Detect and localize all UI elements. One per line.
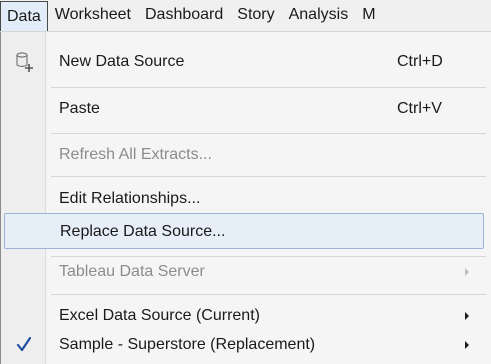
menu-item-paste[interactable]: Paste Ctrl+V [1,91,490,127]
menu-item-replace-data-source[interactable]: Replace Data Source... [4,213,484,249]
menu-item-shortcut: Ctrl+V [397,100,442,117]
menu-item-edit-relationships[interactable]: Edit Relationships... [1,181,490,217]
new-data-source-icon [16,52,33,72]
menu-item-label: Paste [59,100,100,117]
menu-item-label: Replace Data Source... [60,223,226,240]
menu-item-label: Refresh All Extracts... [59,146,212,163]
submenu-arrow-icon [465,341,469,349]
menu-item-new-data-source[interactable]: New Data Source Ctrl+D [1,44,490,80]
menu-item-label: New Data Source [59,53,185,70]
menu-item-label: Edit Relationships... [59,190,201,207]
menu-worksheet[interactable]: Worksheet [48,0,138,31]
menu-item-refresh-all-extracts: Refresh All Extracts... [1,137,490,173]
data-menu-dropdown: New Data Source Ctrl+D Paste Ctrl+V Refr… [0,32,491,364]
menu-data[interactable]: Data [0,1,48,31]
menu-item-sample-superstore[interactable]: Sample - Superstore (Replacement) [1,327,490,363]
menu-dashboard[interactable]: Dashboard [138,0,230,31]
menu-item-tableau-data-server: Tableau Data Server [1,254,490,290]
menu-item-shortcut: Ctrl+D [397,53,443,70]
menu-separator [51,87,486,88]
menu-separator [51,176,486,177]
checkmark-icon [16,336,32,352]
menu-item-label: Tableau Data Server [59,263,205,280]
menu-item-label: Sample - Superstore (Replacement) [59,336,316,353]
submenu-arrow-icon [465,312,469,320]
submenu-arrow-icon [465,268,469,276]
menu-analysis[interactable]: Analysis [282,0,356,31]
menu-bar: Data Worksheet Dashboard Story Analysis … [0,0,491,32]
menu-separator [51,133,486,134]
menu-map[interactable]: M [355,0,382,31]
menu-separator [51,294,486,295]
menu-story[interactable]: Story [230,0,281,31]
